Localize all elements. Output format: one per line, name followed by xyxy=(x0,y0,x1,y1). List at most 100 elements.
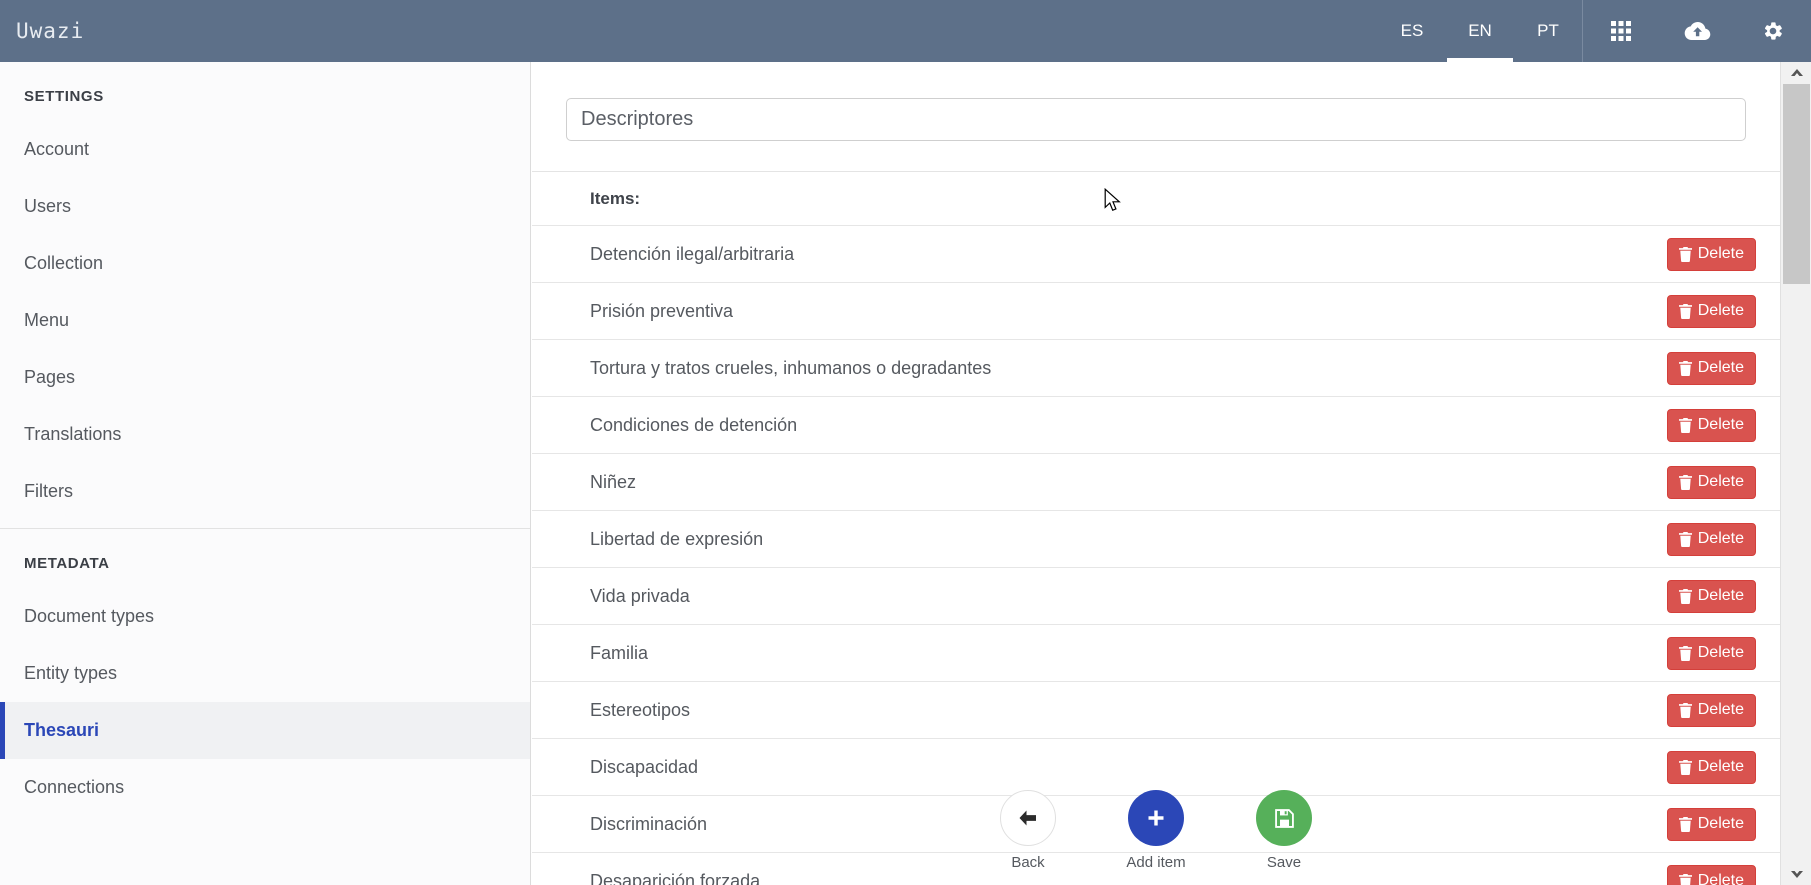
thesaurus-item-label: Condiciones de detención xyxy=(590,414,798,435)
delete-item-button[interactable]: Delete xyxy=(1666,522,1756,556)
delete-item-button[interactable]: Delete xyxy=(1666,636,1756,670)
language-option-pt[interactable]: PT xyxy=(1514,0,1582,62)
sidebar-item-entity-types[interactable]: Entity types xyxy=(0,645,530,702)
delete-item-button[interactable]: Delete xyxy=(1666,465,1756,499)
scrollbar-thumb[interactable] xyxy=(1783,84,1810,284)
trash-icon xyxy=(1678,303,1692,319)
add-item-button[interactable] xyxy=(1128,790,1184,846)
trash-icon xyxy=(1678,588,1692,604)
grid-apps-icon[interactable] xyxy=(1583,0,1659,62)
trash-icon xyxy=(1678,417,1692,433)
sidebar-section-title-metadata: METADATA xyxy=(24,555,110,572)
delete-item-button[interactable]: Delete xyxy=(1666,351,1756,385)
trash-icon xyxy=(1678,816,1692,832)
delete-item-label: Delete xyxy=(1697,587,1744,604)
settings-sidebar: SETTINGS Account Users Collection Menu P… xyxy=(0,62,531,885)
delete-item-button[interactable]: Delete xyxy=(1666,294,1756,328)
trash-icon xyxy=(1678,759,1692,775)
delete-item-label: Delete xyxy=(1697,302,1744,319)
thesaurus-name-wrapper xyxy=(532,62,1780,141)
thesaurus-item-label: Discriminación xyxy=(590,813,708,834)
sidebar-item-collection[interactable]: Collection xyxy=(0,235,530,292)
sidebar-item-translations[interactable]: Translations xyxy=(0,406,530,463)
topbar-right-group: ES EN PT xyxy=(1378,0,1811,62)
delete-item-button[interactable]: Delete xyxy=(1666,807,1756,841)
delete-item-button[interactable]: Delete xyxy=(1666,237,1756,271)
thesaurus-item-label: Prisión preventiva xyxy=(590,300,734,321)
thesaurus-item-row: Detención ilegal/arbitraria Delete xyxy=(532,225,1780,282)
thesaurus-item-label: Tortura y tratos crueles, inhumanos o de… xyxy=(590,357,992,378)
thesaurus-item-row: Libertad de expresión Delete xyxy=(532,510,1780,567)
delete-item-button[interactable]: Delete xyxy=(1666,408,1756,442)
sidebar-section-title-settings: SETTINGS xyxy=(24,88,104,105)
trash-icon xyxy=(1678,474,1692,490)
thesaurus-item-row: Niñez Delete xyxy=(532,453,1780,510)
trash-icon xyxy=(1678,246,1692,262)
delete-item-label: Delete xyxy=(1697,530,1744,547)
back-action[interactable]: Back xyxy=(976,790,1080,871)
delete-item-label: Delete xyxy=(1697,758,1744,775)
trash-icon xyxy=(1678,873,1692,885)
topbar-icon-group xyxy=(1583,0,1811,62)
delete-item-label: Delete xyxy=(1697,359,1744,376)
thesaurus-item-row: Estereotipos Delete xyxy=(532,681,1780,738)
delete-item-label: Delete xyxy=(1697,644,1744,661)
thesaurus-item-row: Prisión preventiva Delete xyxy=(532,282,1780,339)
delete-item-button[interactable]: Delete xyxy=(1666,750,1756,784)
plus-icon xyxy=(1148,810,1164,826)
delete-item-label: Delete xyxy=(1697,416,1744,433)
scroll-down-arrow-icon[interactable] xyxy=(1781,863,1811,885)
trash-icon xyxy=(1678,702,1692,718)
top-navigation-bar: Uwazi ES EN PT xyxy=(0,0,1811,62)
sidebar-item-account[interactable]: Account xyxy=(0,121,530,178)
sidebar-item-menu[interactable]: Menu xyxy=(0,292,530,349)
thesaurus-editor-panel: Items: Detención ilegal/arbitraria Delete… xyxy=(532,62,1780,885)
thesaurus-item-label: Libertad de expresión xyxy=(590,528,764,549)
gear-settings-icon[interactable] xyxy=(1735,0,1811,62)
sidebar-item-pages[interactable]: Pages xyxy=(0,349,530,406)
sidebar-item-label: Collection xyxy=(24,253,104,273)
sidebar-item-filters[interactable]: Filters xyxy=(0,463,530,520)
language-switcher: ES EN PT xyxy=(1378,0,1582,62)
sidebar-item-document-types[interactable]: Document types xyxy=(0,588,530,645)
sidebar-item-label: Connections xyxy=(24,777,125,797)
back-button[interactable] xyxy=(1000,790,1056,846)
save-button[interactable] xyxy=(1256,790,1312,846)
sidebar-item-label: Document types xyxy=(24,606,155,626)
delete-item-label: Delete xyxy=(1697,815,1744,832)
delete-item-label: Delete xyxy=(1697,245,1744,262)
app-logo[interactable]: Uwazi xyxy=(16,19,84,43)
thesaurus-item-label: Niñez xyxy=(590,471,637,492)
thesaurus-name-input[interactable] xyxy=(566,98,1746,141)
thesaurus-item-row: Vida privada Delete xyxy=(532,567,1780,624)
sidebar-item-label: Pages xyxy=(24,367,76,387)
thesaurus-item-label: Desaparición forzada xyxy=(590,870,761,885)
delete-item-label: Delete xyxy=(1697,473,1744,490)
delete-item-button[interactable]: Delete xyxy=(1666,693,1756,727)
back-label: Back xyxy=(1011,854,1045,871)
delete-item-button[interactable]: Delete xyxy=(1666,864,1756,885)
delete-item-button[interactable]: Delete xyxy=(1666,579,1756,613)
cloud-upload-icon[interactable] xyxy=(1659,0,1735,62)
add-item-action[interactable]: Add item xyxy=(1104,790,1208,871)
trash-icon xyxy=(1678,531,1692,547)
page-scrollbar[interactable] xyxy=(1780,62,1811,885)
thesaurus-item-row: Familia Delete xyxy=(532,624,1780,681)
thesaurus-item-row: Discapacidad Delete xyxy=(532,738,1780,795)
language-option-es[interactable]: ES xyxy=(1378,0,1446,62)
thesaurus-item-label: Estereotipos xyxy=(590,699,691,720)
thesaurus-item-label: Discapacidad xyxy=(590,756,699,777)
scroll-up-arrow-icon[interactable] xyxy=(1781,62,1811,84)
sidebar-item-connections[interactable]: Connections xyxy=(0,759,530,816)
save-label: Save xyxy=(1266,854,1302,871)
sidebar-item-label: Translations xyxy=(24,424,122,444)
sidebar-item-label: Users xyxy=(24,196,72,216)
thesaurus-item-label: Detención ilegal/arbitraria xyxy=(590,243,795,264)
save-action[interactable]: Save xyxy=(1232,790,1336,871)
sidebar-item-label: Account xyxy=(24,139,90,159)
thesaurus-item-row: Condiciones de detención Delete xyxy=(532,396,1780,453)
language-option-en[interactable]: EN xyxy=(1446,0,1514,62)
sidebar-item-thesauri[interactable]: Thesauri xyxy=(0,702,530,759)
sidebar-item-users[interactable]: Users xyxy=(0,178,530,235)
sidebar-item-label: Entity types xyxy=(24,663,118,683)
